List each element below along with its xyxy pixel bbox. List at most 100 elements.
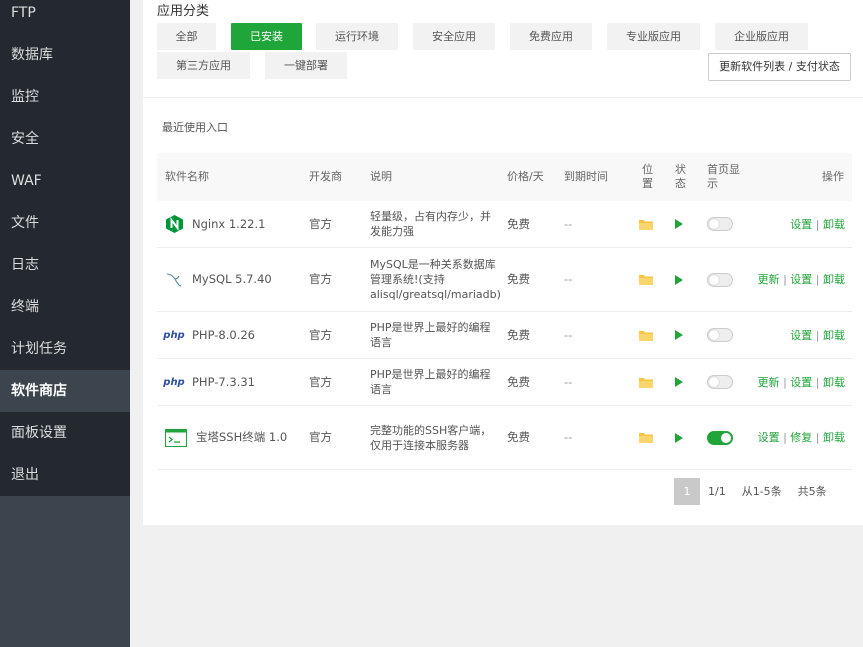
- play-icon[interactable]: [675, 377, 683, 387]
- category-installed-button[interactable]: 已安装: [231, 23, 302, 50]
- category-enterprise-apps-button[interactable]: 企业版应用: [715, 23, 808, 50]
- developer-cell: 官方: [309, 430, 332, 444]
- header-home-display: 首页显 示: [707, 163, 740, 190]
- description-cell: PHP是世界上最好的编程语言: [370, 321, 491, 349]
- folder-icon[interactable]: [639, 219, 653, 230]
- settings-link[interactable]: 设置: [790, 273, 812, 286]
- home-display-toggle[interactable]: [707, 328, 733, 342]
- price-cell: 免费: [507, 216, 530, 231]
- sidebar-item-logs[interactable]: 日志: [0, 244, 130, 286]
- software-table: 软件名称 开发商 说明 价格/天 到期时间 位 置 状 态 首页显 示 操作 N…: [157, 153, 852, 470]
- expiry-cell: --: [564, 272, 573, 286]
- sidebar-item-terminal[interactable]: 终端: [0, 286, 130, 328]
- home-display-toggle[interactable]: [707, 272, 733, 287]
- sidebar-item-cron[interactable]: 计划任务: [0, 328, 130, 370]
- description-cell: 完整功能的SSH客户端，仅用于连接本服务器: [370, 423, 492, 452]
- app-name[interactable]: Nginx 1.22.1: [192, 217, 265, 232]
- sidebar-item-security[interactable]: 安全: [0, 118, 130, 160]
- developer-cell: 官方: [309, 327, 332, 342]
- update-software-list-button[interactable]: 更新软件列表 / 支付状态: [708, 53, 851, 81]
- play-icon[interactable]: [675, 274, 683, 285]
- home-display-toggle[interactable]: [707, 217, 733, 231]
- settings-link[interactable]: 设置: [790, 329, 812, 342]
- category-third-party-button[interactable]: 第三方应用: [157, 52, 250, 79]
- table-row: 宝塔SSH终端 1.0 官方 完整功能的SSH客户端，仅用于连接本服务器 免费 …: [157, 406, 852, 470]
- play-icon[interactable]: [675, 219, 683, 229]
- category-all-button[interactable]: 全部: [157, 23, 216, 50]
- header-ops: 操作: [822, 170, 844, 183]
- sidebar-item-panel-settings[interactable]: 面板设置: [0, 412, 130, 454]
- app-name[interactable]: PHP-8.0.26: [192, 328, 255, 343]
- uninstall-link[interactable]: 卸载: [823, 431, 845, 444]
- category-runtime-button[interactable]: 运行环境: [316, 23, 398, 50]
- settings-link[interactable]: 设置: [758, 431, 780, 444]
- app-name[interactable]: MySQL 5.7.40: [192, 272, 272, 287]
- terminal-icon: [165, 428, 187, 447]
- sidebar-item-logout[interactable]: 退出: [0, 454, 130, 496]
- header-developer: 开发商: [309, 170, 342, 183]
- sidebar-item-waf[interactable]: WAF: [0, 160, 130, 202]
- app-name[interactable]: 宝塔SSH终端 1.0: [196, 430, 287, 445]
- category-title: 应用分类: [157, 4, 210, 19]
- description-cell: MySQL是一种关系数据库管理系统!(支持alisql/greatsql/mar…: [370, 258, 501, 301]
- expiry-cell: --: [564, 374, 573, 389]
- category-pro-apps-button[interactable]: 专业版应用: [607, 23, 700, 50]
- table-row: php PHP-8.0.26 官方 PHP是世界上最好的编程语言 免费 -- 设…: [157, 312, 852, 359]
- uninstall-link[interactable]: 卸载: [823, 329, 845, 342]
- uninstall-link[interactable]: 卸载: [823, 376, 845, 389]
- header-position: 位 置: [642, 163, 653, 190]
- category-one-click-deploy-button[interactable]: 一键部署: [265, 52, 347, 79]
- expiry-cell: --: [564, 430, 573, 444]
- expiry-cell: --: [564, 216, 573, 231]
- home-display-toggle[interactable]: [707, 375, 733, 389]
- table-row: Nginx 1.22.1 官方 轻量级，占有内存少，并发能力强 免费 -- 设置…: [157, 201, 852, 248]
- settings-link[interactable]: 设置: [790, 376, 812, 389]
- header-price: 价格/天: [507, 170, 544, 183]
- divider: [143, 97, 863, 98]
- header-description: 说明: [370, 170, 392, 183]
- price-cell: 免费: [507, 327, 530, 342]
- developer-cell: 官方: [309, 216, 332, 231]
- sidebar: FTP 数据库 监控 安全 WAF 文件 日志 终端 计划任务 软件商店 面板设…: [0, 0, 130, 647]
- table-row: php PHP-7.3.31 官方 PHP是世界上最好的编程语言 免费 -- 更…: [157, 359, 852, 406]
- table-row: MySQL 5.7.40 官方 MySQL是一种关系数据库管理系统!(支持ali…: [157, 248, 852, 312]
- header-expiry: 到期时间: [564, 170, 608, 183]
- update-link[interactable]: 更新: [758, 273, 780, 286]
- home-display-toggle[interactable]: [707, 430, 733, 445]
- description-cell: PHP是世界上最好的编程语言: [370, 368, 491, 396]
- mysql-dolphin-icon: [165, 271, 183, 289]
- php-icon: php: [163, 329, 185, 341]
- price-cell: 免费: [507, 430, 530, 444]
- settings-link[interactable]: 设置: [790, 218, 812, 231]
- main-panel: 应用分类 全部 已安装 运行环境 安全应用 免费应用 专业版应用 企业版应用 第…: [143, 0, 863, 525]
- folder-icon[interactable]: [639, 432, 653, 443]
- nginx-icon: [165, 215, 183, 233]
- folder-icon[interactable]: [639, 330, 653, 341]
- play-icon[interactable]: [675, 432, 683, 443]
- sidebar-item-app-store[interactable]: 软件商店: [0, 370, 130, 412]
- php-icon: php: [163, 376, 185, 388]
- update-link[interactable]: 更新: [758, 376, 780, 389]
- repair-link[interactable]: 修复: [790, 431, 812, 444]
- table-header: 软件名称 开发商 说明 价格/天 到期时间 位 置 状 态 首页显 示 操作: [157, 153, 852, 201]
- price-cell: 免费: [507, 272, 530, 286]
- category-free-apps-button[interactable]: 免费应用: [510, 23, 592, 50]
- sidebar-item-database[interactable]: 数据库: [0, 34, 130, 76]
- description-cell: 轻量级，占有内存少，并发能力强: [370, 210, 491, 238]
- sidebar-item-monitor[interactable]: 监控: [0, 76, 130, 118]
- uninstall-link[interactable]: 卸载: [823, 218, 845, 231]
- page-range: 从1-5条: [733, 478, 790, 505]
- sidebar-item-files[interactable]: 文件: [0, 202, 130, 244]
- page-current[interactable]: 1: [674, 478, 700, 505]
- category-security-apps-button[interactable]: 安全应用: [413, 23, 495, 50]
- developer-cell: 官方: [309, 374, 332, 389]
- uninstall-link[interactable]: 卸载: [823, 273, 845, 286]
- header-name: 软件名称: [165, 170, 209, 183]
- folder-icon[interactable]: [639, 377, 653, 388]
- page-total: 共5条: [789, 478, 835, 505]
- folder-icon[interactable]: [639, 274, 653, 285]
- sidebar-item-ftp[interactable]: FTP: [0, 0, 130, 34]
- developer-cell: 官方: [309, 272, 332, 286]
- app-name[interactable]: PHP-7.3.31: [192, 375, 255, 390]
- play-icon[interactable]: [675, 330, 683, 340]
